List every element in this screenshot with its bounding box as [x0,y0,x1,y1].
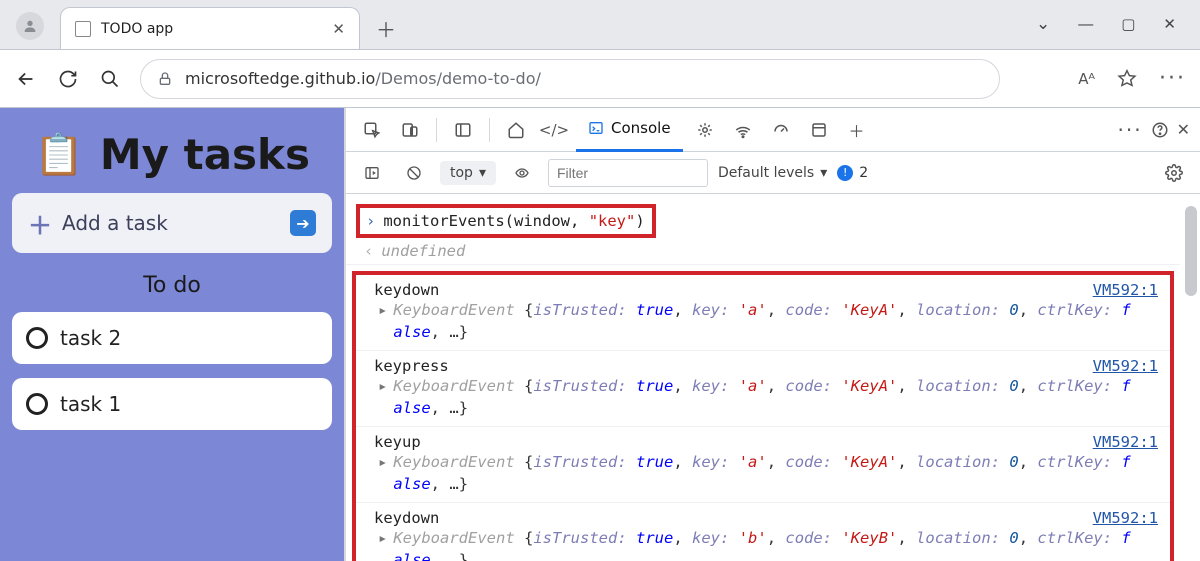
elements-tab-icon[interactable]: </> [538,114,570,146]
dock-side-icon[interactable] [447,114,479,146]
minimize-icon[interactable]: ― [1078,15,1093,33]
event-source-link[interactable]: VM592:1 [1093,357,1158,375]
chevron-down-icon[interactable]: ⌄ [1036,14,1050,34]
browser-titlebar: TODO app ✕ ＋ ⌄ ― ▢ ✕ [0,0,1200,50]
browser-navbar: microsoftedge.github.io/Demos/demo-to-do… [0,50,1200,108]
inspect-element-icon[interactable] [356,114,388,146]
devtools-tabstrip: </> Console ＋ ··· ✕ [346,108,1200,152]
event-object[interactable]: KeyboardEvent {isTrusted: true, key: 'a'… [393,375,1130,420]
expand-icon[interactable]: ▸ [378,451,387,473]
event-source-link[interactable]: VM592:1 [1093,281,1158,299]
task-checkbox[interactable] [26,327,48,349]
tab-favicon [75,21,91,37]
plus-icon: ＋ [28,206,52,241]
highlighted-events: keydown VM592:1 ▸ KeyboardEvent {isTrusted:… [352,271,1174,561]
event-name: keydown [374,281,439,299]
application-tab-icon[interactable] [803,114,835,146]
event-object[interactable]: KeyboardEvent {isTrusted: true, key: 'b'… [393,527,1130,561]
event-source-link[interactable]: VM592:1 [1093,509,1158,527]
task-item[interactable]: task 2 [12,312,332,364]
lock-icon[interactable] [157,71,173,87]
return-arrow-icon: ‹ [364,242,373,260]
task-item[interactable]: task 1 [12,378,332,430]
tab-strip: TODO app ✕ ＋ [60,0,402,49]
console-event-row[interactable]: keydown VM592:1 ▸ KeyboardEvent {isTrusted:… [356,275,1170,351]
console-tab[interactable]: Console [576,108,683,152]
issues-badge-icon: ! [837,165,853,181]
event-object[interactable]: KeyboardEvent {isTrusted: true, key: 'a'… [393,299,1130,344]
return-undefined: ‹ undefined [346,238,1180,265]
back-button[interactable] [14,67,38,91]
url-text: microsoftedge.github.io/Demos/demo-to-do… [185,69,541,88]
prompt-icon: › [366,212,375,230]
scrollbar-thumb[interactable] [1185,206,1197,296]
new-tab-button[interactable]: ＋ [370,12,402,44]
task-label: task 2 [60,326,121,350]
add-task-input[interactable]: ＋ Add a task ➔ [12,193,332,253]
browser-tab-active[interactable]: TODO app ✕ [60,7,360,49]
context-selector[interactable]: top▾ [440,161,496,185]
event-name: keyup [374,433,421,451]
submit-task-button[interactable]: ➔ [290,210,316,236]
expand-icon[interactable]: ▸ [378,299,387,321]
live-expression-icon[interactable] [506,157,538,189]
close-window-icon[interactable]: ✕ [1163,15,1176,33]
maximize-icon[interactable]: ▢ [1121,15,1135,33]
search-button[interactable] [98,67,122,91]
more-tools-icon[interactable]: ··· [1118,118,1143,142]
event-name: keydown [374,509,439,527]
network-tab-icon[interactable] [727,114,759,146]
console-settings-icon[interactable] [1158,157,1190,189]
close-devtools-icon[interactable]: ✕ [1177,120,1190,139]
console-event-row[interactable]: keyup VM592:1 ▸ KeyboardEvent {isTrusted: t… [356,427,1170,503]
more-icon[interactable]: ··· [1159,66,1186,91]
add-task-placeholder: Add a task [62,211,168,235]
toggle-sidebar-icon[interactable] [356,157,388,189]
profile-avatar[interactable] [16,12,44,40]
log-levels-selector[interactable]: Default levels▾ [718,165,827,181]
section-heading: To do [12,273,332,298]
favorite-icon[interactable] [1117,69,1137,89]
page-title: 📋 My tasks [12,130,332,179]
issues-counter[interactable]: ! 2 [837,165,868,181]
console-event-row[interactable]: keydown VM592:1 ▸ KeyboardEvent {isTrusted:… [356,503,1170,561]
expand-icon[interactable]: ▸ [378,375,387,397]
highlighted-command: › monitorEvents(window, "key") [356,204,656,238]
event-object[interactable]: KeyboardEvent {isTrusted: true, key: 'a'… [393,451,1130,496]
console-toolbar: top▾ Default levels▾ ! 2 [346,152,1200,194]
help-icon[interactable] [1151,121,1169,139]
more-tabs-icon[interactable]: ＋ [841,114,873,146]
url-bar[interactable]: microsoftedge.github.io/Demos/demo-to-do… [140,59,1000,99]
device-emulation-icon[interactable] [394,114,426,146]
console-output: › monitorEvents(window, "key") ‹ undefin… [346,194,1200,561]
tab-title: TODO app [101,21,173,37]
command-text: monitorEvents(window, "key") [383,212,644,230]
event-source-link[interactable]: VM592:1 [1093,433,1158,451]
console-filter-input[interactable] [548,159,708,187]
performance-tab-icon[interactable] [765,114,797,146]
devtools-panel: </> Console ＋ ··· ✕ top▾ [344,108,1200,561]
read-aloud-icon[interactable]: Aᴬ [1078,70,1095,88]
clipboard-icon: 📋 [34,131,84,178]
task-label: task 1 [60,392,121,416]
expand-icon[interactable]: ▸ [378,527,387,549]
console-event-row[interactable]: keypress VM592:1 ▸ KeyboardEvent {isTrusted… [356,351,1170,427]
clear-console-icon[interactable] [398,157,430,189]
window-controls: ⌄ ― ▢ ✕ [1012,0,1200,48]
sources-tab-icon[interactable] [689,114,721,146]
event-name: keypress [374,357,449,375]
task-checkbox[interactable] [26,393,48,415]
todo-app: 📋 My tasks ＋ Add a task ➔ To do task 2 t… [0,108,344,561]
welcome-tab-icon[interactable] [500,114,532,146]
tab-close-icon[interactable]: ✕ [332,20,345,38]
refresh-button[interactable] [56,67,80,91]
